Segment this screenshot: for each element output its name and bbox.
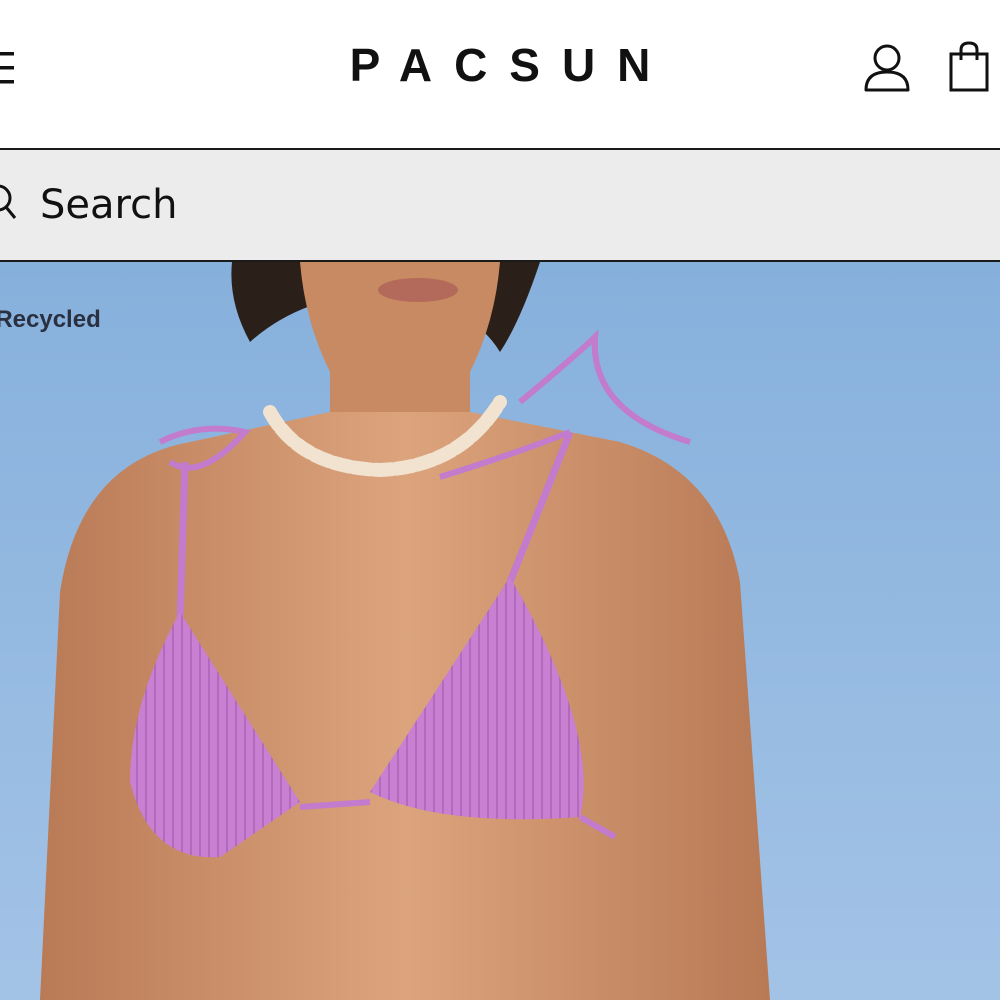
search-input[interactable] <box>38 176 842 234</box>
hero-caption: , Recycled <box>0 306 101 333</box>
search-icon[interactable] <box>0 182 18 222</box>
site-header: PACSUN <box>0 0 1000 150</box>
hero-banner-image[interactable]: , Recycled <box>0 262 1000 1000</box>
page: PACSUN Search Recycled <box>0 0 1000 1000</box>
shopping-bag-icon[interactable] <box>944 40 994 94</box>
hero-photo <box>0 262 1000 1000</box>
search-bar[interactable] <box>0 150 1000 262</box>
brand-logo[interactable]: PACSUN <box>0 38 1000 92</box>
user-icon[interactable] <box>862 42 912 94</box>
